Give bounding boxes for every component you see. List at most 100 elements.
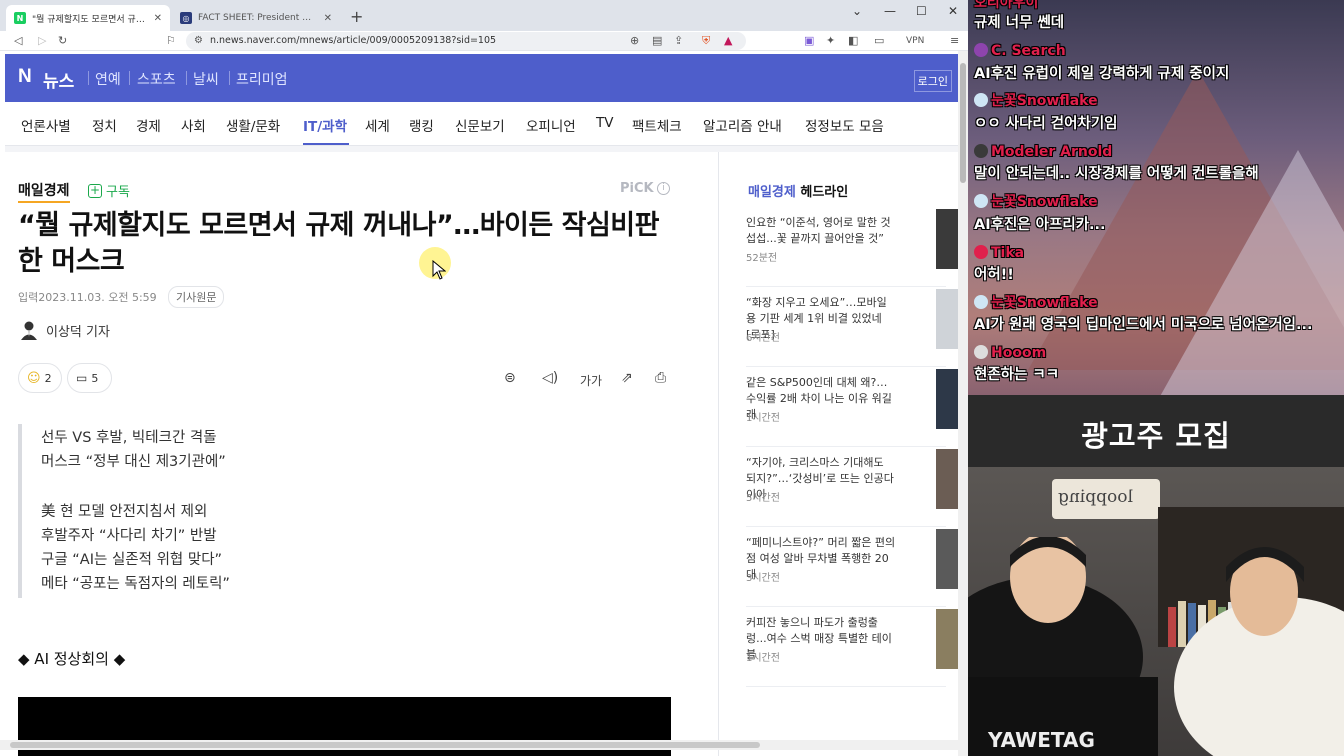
login-button[interactable]: 로그인 xyxy=(913,70,952,92)
cat-press[interactable]: 언론사별 xyxy=(21,115,71,135)
cat-ranking[interactable]: 랭킹 xyxy=(409,115,434,135)
naver-logo[interactable]: N xyxy=(18,66,32,88)
extension-icon[interactable]: ▣ xyxy=(804,33,814,49)
sidebar-icon[interactable]: ◧ xyxy=(848,33,858,49)
maximize-button[interactable]: ☐ xyxy=(916,4,927,18)
cat-newspaper[interactable]: 신문보기 xyxy=(455,115,505,135)
headline-thumbnail[interactable] xyxy=(936,209,958,269)
cat-corrections[interactable]: 정정보도 모음 xyxy=(805,115,884,135)
zoom-icon[interactable]: ⊕ xyxy=(630,33,639,49)
cat-algorithm[interactable]: 알고리즘 안내 xyxy=(703,115,782,135)
scrollbar-thumb[interactable] xyxy=(960,63,966,183)
snowflake-badge-icon xyxy=(974,93,988,107)
nav-weather[interactable]: 날씨 xyxy=(193,69,219,89)
news-section-title[interactable]: 뉴스 xyxy=(43,67,74,92)
chat-user: 눈꽃Snowflake xyxy=(991,93,1098,109)
print-icon[interactable]: ⎙ xyxy=(655,370,666,386)
reporter-avatar[interactable] xyxy=(20,320,38,340)
subscribe-button[interactable]: + 구독 xyxy=(88,181,130,200)
chat-user: 오리아우이 xyxy=(974,0,1039,11)
share-icon[interactable]: ⇪ xyxy=(674,33,683,49)
robot-summary-icon[interactable]: ⊜ xyxy=(504,370,516,386)
headline-item-title[interactable]: 인요한 “이준석, 영어로 말한 것 섭섭...꽃 끝까지 끌어안을 것” xyxy=(746,215,896,247)
info-icon[interactable]: i xyxy=(657,182,670,195)
reload-icon[interactable]: ↻ xyxy=(58,33,67,49)
headline-item[interactable]: “자기야, 크리스마스 기대해도 되지?”…‘갓성비’로 뜨는 인공다이아 5시… xyxy=(746,449,958,527)
scrollbar-thumb[interactable] xyxy=(10,742,760,748)
minimize-button[interactable]: — xyxy=(884,4,896,18)
cat-economy[interactable]: 경제 xyxy=(136,115,161,135)
svg-text:YAWETAG: YAWETAG xyxy=(987,728,1095,752)
audio-icon[interactable]: ◁) xyxy=(542,370,558,386)
tab-fact-sheet[interactable]: ◎ FACT SHEET: President Biden Issues E ✕ xyxy=(172,5,340,31)
press-name[interactable]: 매일경제 xyxy=(18,180,70,203)
brave-shield-icon[interactable]: ⛨ xyxy=(702,33,710,49)
puzzle-icon[interactable]: ✦ xyxy=(826,33,835,49)
close-window-button[interactable]: ✕ xyxy=(948,4,958,18)
headline-item-time: 3시간전 xyxy=(746,573,780,584)
headline-item[interactable]: 커피잔 놓으니 파도가 출렁출렁...여수 스벅 매장 특별한 테이블 1시간전 xyxy=(746,609,958,687)
summary-line: 후발주자 “사다리 차기” 반발 xyxy=(41,528,217,544)
headline-item[interactable]: 인요한 “이준석, 영어로 말한 것 섭섭...꽃 끝까지 끌어안을 것” 52… xyxy=(746,209,958,287)
reader-icon[interactable]: ▤ xyxy=(652,33,662,49)
vertical-scrollbar[interactable] xyxy=(958,51,968,756)
cat-life-culture[interactable]: 생활/문화 xyxy=(226,115,280,135)
divider xyxy=(186,71,187,85)
cat-world[interactable]: 세계 xyxy=(365,115,390,135)
forward-icon[interactable]: ▷ xyxy=(38,33,46,49)
cat-society[interactable]: 사회 xyxy=(181,115,206,135)
site-info-icon[interactable]: ⚙ xyxy=(194,33,203,49)
comment-button[interactable]: ▭ 5 xyxy=(67,363,112,393)
horizontal-scrollbar[interactable] xyxy=(0,740,958,750)
new-tab-button[interactable]: + xyxy=(350,7,363,26)
share-icon[interactable]: ⇗ xyxy=(621,370,633,386)
nav-premium[interactable]: 프리미엄 xyxy=(236,69,288,89)
chat-message: AI후진은 아프리카... xyxy=(974,213,1106,234)
address-bar[interactable]: ⚙ n.news.naver.com/mnews/article/009/000… xyxy=(186,32,746,50)
cat-opinion[interactable]: 오피니언 xyxy=(526,115,576,135)
rewards-icon[interactable]: ▲ xyxy=(724,33,732,49)
stream-chat: 오리아우이 규제 너무 쎈데 C. Search AI후진 유럽이 제일 강력하… xyxy=(968,0,1344,395)
cat-politics[interactable]: 정치 xyxy=(92,115,117,135)
original-article-link[interactable]: 기사원문 xyxy=(168,286,225,308)
headline-item[interactable]: “화장 지우고 오세요”…모바일용 기판 세계 1위 비결 있었네 [르포] 6… xyxy=(746,289,958,367)
tab-title: "뭘 규제할지도 모르면서 규제 꺼내나"… xyxy=(32,14,146,25)
headline-thumbnail[interactable] xyxy=(936,289,958,349)
headline-item[interactable]: 같은 S&P500인데 대체 왜?…수익률 2배 차이 나는 이유 워길래 1시… xyxy=(746,369,958,447)
snowflake-badge-icon xyxy=(974,295,988,309)
headline-thumbnail[interactable] xyxy=(936,529,958,589)
bookmark-icon[interactable]: ⚐ xyxy=(166,33,176,49)
cat-tv[interactable]: TV xyxy=(596,115,613,131)
menu-icon[interactable]: ≡ xyxy=(950,33,959,49)
chat-message: Tika xyxy=(974,242,1024,261)
close-icon[interactable]: ✕ xyxy=(324,13,332,24)
chat-message: AI가 원래 영국의 딥마인드에서 미국으로 넘어온거임... xyxy=(974,313,1313,334)
nav-sports[interactable]: 스포츠 xyxy=(137,69,176,89)
headline-thumbnail[interactable] xyxy=(936,449,958,509)
close-icon[interactable]: ✕ xyxy=(154,13,162,24)
headline-thumbnail[interactable] xyxy=(936,609,958,669)
comment-icon: ▭ xyxy=(76,371,88,385)
wall-sign-text: loopping xyxy=(1058,487,1133,507)
tab-search-button[interactable]: ⌄ xyxy=(852,4,862,18)
chat-text: 말이 안되는데.. 시장경제를 어떻게 컨트롤을해 xyxy=(974,166,1259,182)
chat-message: AI후진 유럽이 제일 강력하게 규제 중이지 xyxy=(974,62,1229,83)
comment-count: 5 xyxy=(91,371,99,385)
chat-user: 눈꽃Snowflake xyxy=(991,194,1098,210)
font-size-button[interactable]: 가가 xyxy=(580,372,602,389)
back-icon[interactable]: ◁ xyxy=(14,33,22,49)
headline-thumbnail[interactable] xyxy=(936,369,958,429)
reporter-name[interactable]: 이상덕 기자 xyxy=(46,321,110,340)
tab-naver-article[interactable]: N "뭘 규제할지도 모르면서 규제 꺼내나"… ✕ xyxy=(6,5,170,31)
reaction-button[interactable]: ☺ 2 xyxy=(18,363,62,393)
wallet-icon[interactable]: ▭ xyxy=(874,33,884,49)
nav-entertainment[interactable]: 연예 xyxy=(95,69,121,89)
cat-factcheck[interactable]: 팩트체크 xyxy=(632,115,682,135)
active-category-indicator xyxy=(303,143,349,145)
headline-item[interactable]: “페미니스트야?” 머리 짧은 편의점 여성 알바 무차별 폭행한 20대 3시… xyxy=(746,529,958,607)
tab-title: FACT SHEET: President Biden Issues E xyxy=(198,13,316,23)
cat-it-science[interactable]: IT/과학 xyxy=(303,115,347,135)
vpn-button[interactable]: VPN xyxy=(906,33,924,49)
chat-message: 눈꽃Snowflake xyxy=(974,292,1098,312)
headline-press[interactable]: 매일경제 xyxy=(748,185,796,200)
